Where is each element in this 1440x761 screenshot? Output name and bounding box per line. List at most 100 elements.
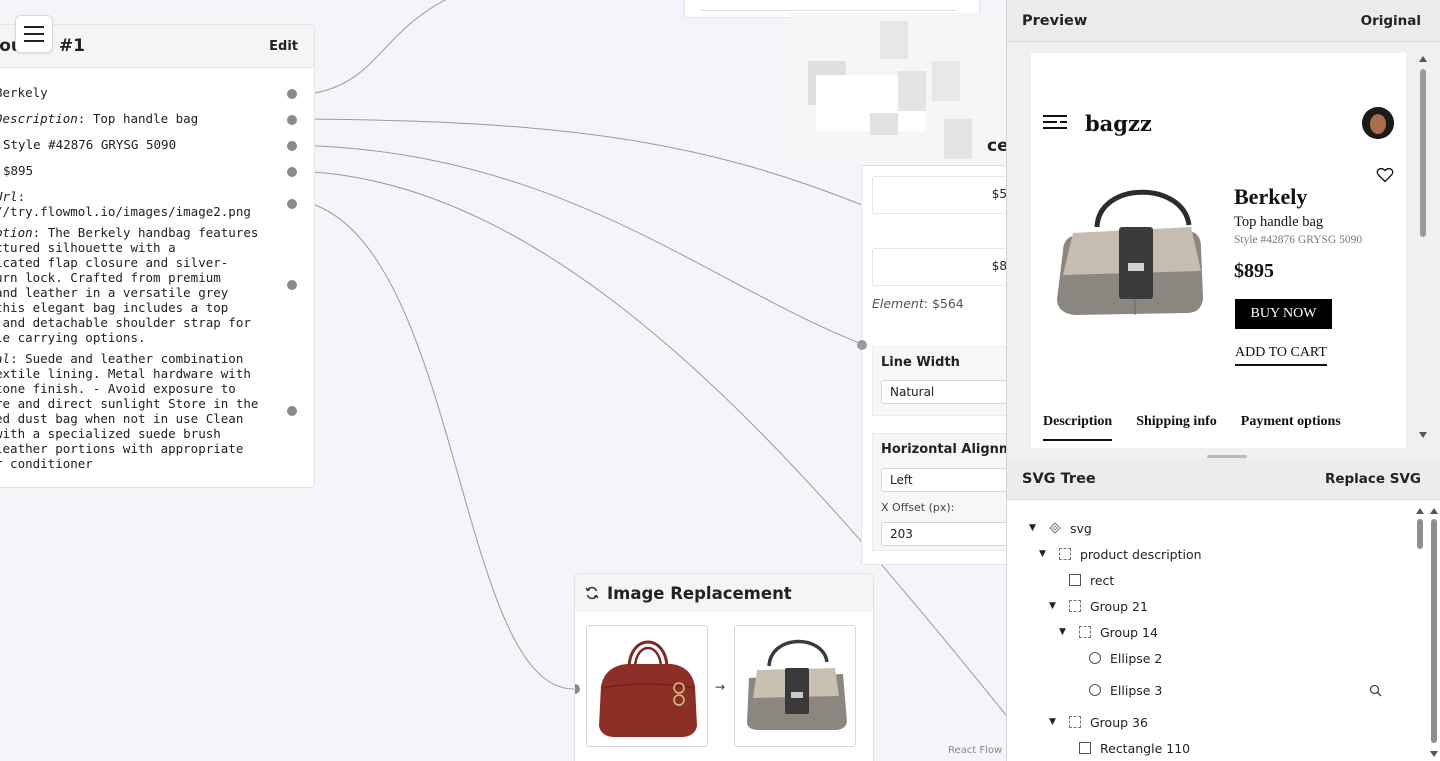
preview-frame[interactable]: bagzz Berkely Top handle bag Style #4287… [1031,53,1406,448]
tab-payment-options[interactable]: Payment options [1241,414,1341,441]
tree-node-label: rect [1090,572,1115,588]
replace-svg-button[interactable]: Replace SVG [1325,471,1421,487]
horizontal-alignment-section: Horizontal Alignme Left X Offset (px): 2… [872,433,1006,551]
edge [314,0,447,94]
group-icon [1069,716,1081,728]
menu-button[interactable] [15,15,53,53]
output-port[interactable] [287,280,297,290]
tree-node-label: Rectangle 110 [1100,740,1191,756]
tree-node-label: Group 21 [1090,598,1148,614]
target-image-thumbnail[interactable] [734,625,856,747]
value-box[interactable]: $8 [872,248,1006,286]
preview-avatar [1362,107,1394,139]
tree-node-group-36[interactable]: ▼ Group 36 [1049,712,1148,732]
tab-description[interactable]: Description [1043,414,1113,441]
x-offset-input[interactable]: 203 [881,522,1006,546]
tree-node-ellipse-3[interactable]: Ellipse 3 [1089,680,1162,700]
tree-node-rectangle-110[interactable]: Rectangle 110 [1079,738,1190,758]
arrow-icon: → [715,680,726,694]
preview-menu-icon [1043,115,1069,131]
collapse-toggle[interactable]: ▼ [1039,549,1049,559]
group-icon [1079,626,1091,638]
tree-node-product-description[interactable]: ▼ product description [1039,544,1202,564]
grey-bag-image [747,639,847,730]
product-price: $895 [1234,260,1274,282]
tree-node-label: Group 36 [1090,714,1148,730]
tree-scrollbar[interactable] [1413,505,1427,761]
partial-input [701,0,957,11]
rect-icon [1069,574,1081,586]
line-width-section: Line Width Natural [872,346,1006,416]
group-icon [1069,600,1081,612]
tree-node-rect[interactable]: rect [1069,570,1114,590]
output-port[interactable] [287,89,297,99]
field-url: Url: //try.flowmol.io/images/image2.png [0,189,251,219]
svg-root-icon [1049,522,1061,534]
line-width-select[interactable]: Natural [881,380,1006,404]
collapse-toggle[interactable]: ▼ [1059,627,1069,637]
panel-scrollbar[interactable] [1427,505,1440,761]
output-port[interactable] [287,115,297,125]
product-subtitle: Top handle bag [1234,214,1324,230]
output-port[interactable] [287,141,297,151]
react-flow-attribution[interactable]: React Flow [948,745,1002,756]
properties-node[interactable]: ce $5 $8 Element: $564 Line Width Natura… [857,136,1006,565]
edit-button[interactable]: Edit [269,39,298,54]
original-toggle[interactable]: Original [1361,13,1421,29]
collapse-toggle[interactable]: ▼ [1029,523,1039,533]
collapse-toggle[interactable]: ▼ [1049,601,1059,611]
pixelated-image [790,13,1006,163]
right-panel: Preview Original bagzz Berkely Top handl… [1006,0,1440,761]
ellipse-icon [1089,684,1101,696]
element-label: Element: $564 [872,296,964,311]
buy-now-button[interactable]: BUY NOW [1235,299,1332,329]
image-replacement-node[interactable]: Image Replacement → [574,573,874,761]
product-image [1057,189,1203,315]
properties-title: ce [987,136,1006,156]
refresh-icon [585,586,599,600]
search-icon[interactable] [1369,684,1382,697]
output-port[interactable] [287,406,297,416]
output-port[interactable] [287,199,297,209]
group-icon [1059,548,1071,560]
field-material: al: Suede and leather combination extile… [0,351,259,471]
input-port[interactable] [857,340,867,350]
value-box[interactable]: $5 [872,176,1006,214]
preview-brand: bagzz [1085,111,1152,136]
field-name: Berkely [0,85,48,100]
source-node[interactable]: Source #1 Edit Berkely Description: Top … [0,24,315,488]
tree-node-label: Ellipse 2 [1110,650,1163,666]
image-replacement-header[interactable]: Image Replacement [575,574,873,612]
preview-header: Preview Original [1007,0,1440,42]
product-tabs: Description Shipping info Payment option… [1043,414,1341,441]
image-replacement-title: Image Replacement [607,583,792,603]
tree-node-group-21[interactable]: ▼ Group 21 [1049,596,1148,616]
preview-title: Preview [1022,12,1088,29]
input-port[interactable] [575,684,580,694]
svg-tree-header: SVG Tree Replace SVG [1007,458,1440,500]
tree-node-svg[interactable]: ▼ svg [1029,518,1092,538]
edge [290,118,863,206]
field-price: $895 [3,163,34,178]
source-image-thumbnail[interactable] [586,625,708,747]
tree-node-group-14[interactable]: ▼ Group 14 [1059,622,1158,642]
tree-node-label: svg [1070,520,1092,536]
flow-canvas[interactable]: Source #1 Edit Berkely Description: Top … [0,0,1006,761]
tree-node-label: Ellipse 3 [1110,682,1163,698]
product-style: Style #42876 GRYSG 5090 [1234,234,1363,246]
add-to-cart-button[interactable]: ADD TO CART [1235,345,1327,366]
horizontal-alignment-title: Horizontal Alignme [881,442,1006,457]
svg-tree: ▼ svg ▼ product description rect ▼ Group… [1007,500,1440,761]
edge [290,144,863,345]
collapse-toggle[interactable]: ▼ [1049,717,1059,727]
horizontal-alignment-select[interactable]: Left [881,468,1006,492]
x-offset-label: X Offset (px): [881,501,955,514]
tab-shipping-info[interactable]: Shipping info [1136,414,1217,441]
field-description: Description: Top handle bag [0,111,199,126]
tree-node-ellipse-2[interactable]: Ellipse 2 [1089,648,1162,668]
output-port[interactable] [287,167,297,177]
menu-icon [24,26,44,28]
preview-scrollbar[interactable] [1417,53,1429,443]
rect-icon [1079,742,1091,754]
heart-icon[interactable] [1376,167,1394,183]
